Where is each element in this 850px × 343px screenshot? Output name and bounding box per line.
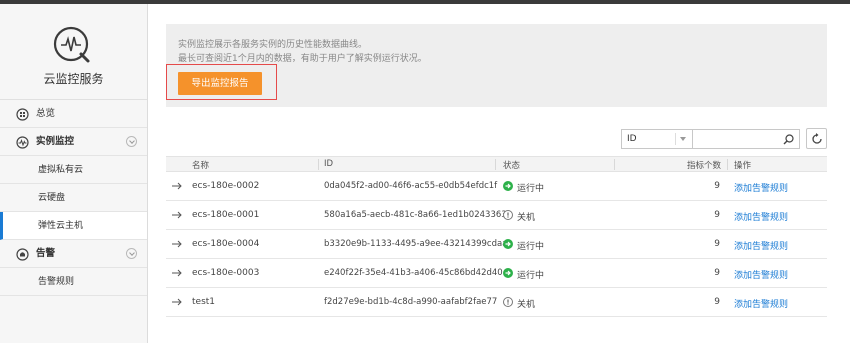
status-text: 运行中: [517, 242, 545, 252]
select-divider: [675, 133, 676, 145]
service-title: 云监控服务: [43, 72, 104, 86]
export-highlight-box: 导出监控报告: [166, 64, 277, 100]
column-divider: [727, 159, 728, 170]
filter-select-value: ID: [627, 134, 637, 144]
expand-arrow-icon[interactable]: [172, 269, 182, 277]
add-alarm-rule-link[interactable]: 添加告警规则: [734, 268, 788, 281]
status-text: 关机: [517, 300, 536, 310]
service-header: 云监控服务: [0, 4, 147, 100]
table-row[interactable]: ecs-180e-0004 b3320e9b-1133-4495-a9ee-432…: [166, 230, 827, 259]
column-header-name: 名称: [192, 161, 210, 171]
search-icon[interactable]: [783, 134, 794, 145]
sidebar-nav: 总览 实例监控 虚拟私有云 云硬盘 弹性云主机 告警 告警规则: [0, 100, 147, 296]
instance-id: f2d27e9e-bd1b-4c8d-a990-aafabf2fae77: [324, 297, 498, 307]
instance-name: ecs-180e-0002: [192, 181, 260, 191]
table-row[interactable]: ecs-180e-0002 0da045f2-ad00-46f6-ac55-e0d…: [166, 172, 827, 201]
sidebar-item-overview[interactable]: 总览: [0, 100, 147, 128]
chevron-down-icon[interactable]: [126, 248, 137, 259]
alarm-icon: [16, 248, 29, 261]
sidebar-item-ecs[interactable]: 弹性云主机: [0, 212, 147, 240]
status-text: 运行中: [517, 184, 545, 194]
info-text-line2: 最长可查阅近1个月内的数据，有助于用户了解实例运行状况。: [178, 54, 427, 64]
sidebar-item-label: 实例监控: [36, 136, 75, 147]
expand-arrow-icon[interactable]: [172, 211, 182, 219]
filter-select[interactable]: ID: [621, 129, 693, 149]
metric-count: 9: [714, 297, 720, 307]
table-row[interactable]: ecs-180e-0001 580a16a5-aecb-481c-8a66-1ed…: [166, 201, 827, 230]
column-divider: [614, 159, 615, 170]
instance-id: b3320e9b-1133-4495-a9ee-43214399cdaa: [324, 239, 508, 249]
table-row[interactable]: ecs-180e-0003 e240f22f-35e4-41b3-a406-45c…: [166, 259, 827, 288]
export-report-button[interactable]: 导出监控报告: [178, 72, 262, 95]
overview-icon: [16, 108, 29, 121]
instance-id: 0da045f2-ad00-46f6-ac55-e0db54efdc1f: [324, 181, 498, 191]
expand-arrow-icon[interactable]: [172, 182, 182, 190]
sidebar-item-evs[interactable]: 云硬盘: [0, 184, 147, 212]
instance-name: ecs-180e-0004: [192, 239, 260, 249]
running-status-icon: [503, 239, 513, 249]
running-status-icon: [503, 268, 513, 278]
instance-name: test1: [192, 297, 216, 307]
sidebar-item-alarm-rules[interactable]: 告警规则: [0, 268, 147, 296]
metric-count: 9: [714, 239, 720, 249]
sidebar-item-alarm[interactable]: 告警: [0, 240, 147, 268]
expand-arrow-icon[interactable]: [172, 240, 182, 248]
column-divider: [318, 159, 319, 170]
sidebar-item-label: 告警规则: [38, 277, 75, 287]
running-status-icon: [503, 181, 513, 191]
add-alarm-rule-link[interactable]: 添加告警规则: [734, 210, 788, 223]
monitor-icon: [16, 136, 29, 149]
add-alarm-rule-link[interactable]: 添加告警规则: [734, 181, 788, 194]
cloud-monitor-logo-icon: [53, 26, 90, 63]
sidebar-item-instance-monitor[interactable]: 实例监控: [0, 128, 147, 156]
instance-id: e240f22f-35e4-41b3-a406-45c86bd42d40: [324, 268, 503, 278]
dropdown-arrow-icon: [680, 137, 686, 141]
metric-count: 9: [714, 268, 720, 278]
sidebar-item-label: 总览: [36, 108, 56, 119]
column-divider: [495, 159, 496, 170]
stopped-status-icon: [503, 210, 513, 220]
instance-name: ecs-180e-0003: [192, 268, 260, 278]
refresh-icon: [812, 133, 822, 144]
metric-count: 9: [714, 210, 720, 220]
sidebar-item-vpc[interactable]: 虚拟私有云: [0, 156, 147, 184]
sidebar-item-label: 云硬盘: [38, 193, 66, 203]
refresh-button[interactable]: [806, 128, 827, 149]
sidebar-item-label: 告警: [36, 248, 56, 259]
instance-table: 名称 ID 状态 指标个数 操作 ecs-180e-0002 0da045f2-a…: [166, 156, 827, 317]
column-header-metric-count: 指标个数: [687, 161, 722, 171]
info-text-line1: 实例监控展示各服务实例的历史性能数据曲线。: [178, 40, 368, 50]
expand-arrow-icon[interactable]: [172, 298, 182, 306]
chevron-down-icon[interactable]: [126, 136, 137, 147]
stopped-status-icon: [503, 297, 513, 307]
sidebar: 云监控服务 总览 实例监控 虚拟私有云 云硬盘 弹性云主机 告警 告警规则: [0, 4, 148, 343]
add-alarm-rule-link[interactable]: 添加告警规则: [734, 297, 788, 310]
table-row[interactable]: test1 f2d27e9e-bd1b-4c8d-a990-aafabf2fae7…: [166, 288, 827, 317]
instance-name: ecs-180e-0001: [192, 210, 260, 220]
metric-count: 9: [714, 181, 720, 191]
add-alarm-rule-link[interactable]: 添加告警规则: [734, 239, 788, 252]
column-header-action: 操作: [734, 161, 752, 171]
table-header: 名称 ID 状态 指标个数 操作: [166, 156, 827, 172]
column-header-status: 状态: [503, 161, 521, 171]
status-text: 关机: [517, 213, 536, 223]
sidebar-item-label: 虚拟私有云: [38, 165, 84, 175]
sidebar-item-label: 弹性云主机: [38, 221, 84, 231]
search-input[interactable]: [693, 129, 800, 149]
instance-id: 580a16a5-aecb-481c-8a66-1ed1b0243363: [324, 210, 507, 220]
info-panel: 实例监控展示各服务实例的历史性能数据曲线。 最长可查阅近1个月内的数据，有助于用…: [166, 24, 827, 107]
column-header-id: ID: [324, 159, 334, 169]
status-text: 运行中: [517, 271, 545, 281]
